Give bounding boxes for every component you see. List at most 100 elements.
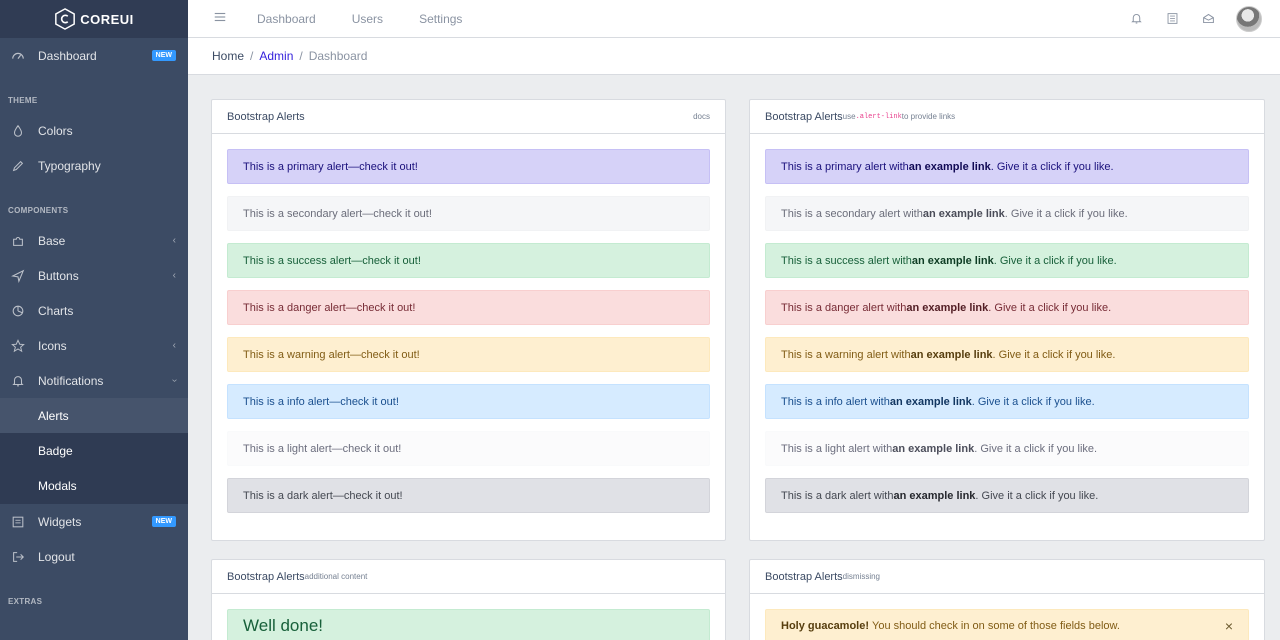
card-body: Well done! — [212, 594, 725, 640]
brand-logo[interactable]: COREUI — [0, 0, 188, 38]
alert-link[interactable]: an example link — [906, 302, 988, 314]
sidebar-item-notifications[interactable]: Notifications › — [0, 363, 188, 398]
alert-text: This is a info alert with — [781, 395, 890, 408]
alert-suffix: . Give it a click if you like. — [992, 348, 1116, 361]
alert-text: This is a danger alert with — [781, 301, 907, 314]
sidebar-item-colors[interactable]: Colors — [0, 113, 188, 148]
drop-icon — [10, 123, 26, 139]
sidebar-item-badge[interactable]: Badge — [0, 433, 188, 468]
docs-link[interactable]: docs — [693, 112, 710, 121]
sidebar: COREUI Dashboard NEW THEME Colors Typogr… — [0, 0, 188, 640]
sidebar-item-label: Widgets — [38, 514, 82, 529]
sidebar-item-label: Modals — [38, 479, 77, 493]
chevron-left-icon: ‹ — [172, 235, 176, 246]
sidebar-item-label: Icons — [38, 338, 67, 353]
cursor-icon — [10, 268, 26, 284]
alert-suffix: . Give it a click if you like. — [988, 301, 1112, 314]
alert-suffix: . Give it a click if you like. — [990, 160, 1114, 173]
chevron-left-icon: ‹ — [172, 270, 176, 281]
brand-name: COREUI — [80, 11, 134, 27]
bell-icon[interactable] — [1128, 11, 1144, 27]
card-header: Bootstrap Alerts additional content — [212, 560, 725, 594]
alert-link[interactable]: an example link — [909, 161, 991, 173]
breadcrumb-separator: / — [299, 49, 303, 63]
sidebar-item-base[interactable]: Base ‹ — [0, 223, 188, 258]
alert-info: This is a info alert with an example link… — [765, 384, 1249, 419]
card-title: Bootstrap Alerts — [227, 570, 305, 583]
sidebar-item-label: Buttons — [38, 268, 79, 283]
sidebar-item-buttons[interactable]: Buttons ‹ — [0, 258, 188, 293]
alert-success: This is a success alert with an example l… — [765, 243, 1249, 278]
alert-light: This is a light alert—check it out! — [227, 431, 710, 466]
alert-link-code: .alert-link — [855, 112, 902, 121]
sidebar-item-label: Alerts — [38, 408, 69, 423]
alert-danger: This is a danger alert with an example li… — [765, 290, 1249, 325]
header-link-settings[interactable]: Settings — [401, 12, 480, 26]
section-title-components: COMPONENTS — [8, 206, 69, 215]
alert-warning-dismissible: Holy guacamole! You should check in on s… — [765, 609, 1249, 640]
sidebar-item-icons[interactable]: Icons ‹ — [0, 328, 188, 363]
header-link-users[interactable]: Users — [334, 12, 401, 26]
sidebar-item-label: Typography — [38, 158, 101, 173]
header-link-dashboard[interactable]: Dashboard — [243, 12, 334, 26]
sidebar-item-label: Notifications — [38, 373, 104, 388]
card-header: Bootstrap Alerts dismissing — [750, 560, 1264, 594]
alert-primary: This is a primary alert with an example l… — [765, 149, 1249, 184]
alert-dark: This is a dark alert with an example link… — [765, 478, 1249, 513]
card-bootstrap-alerts-additional: Bootstrap Alerts additional content Well… — [211, 559, 726, 640]
alert-link[interactable]: an example link — [923, 208, 1005, 220]
envelope-open-icon[interactable] — [1200, 11, 1216, 27]
puzzle-icon — [10, 233, 26, 249]
alert-link[interactable]: an example link — [893, 490, 975, 502]
breadcrumb-separator: / — [250, 49, 254, 63]
alert-text: This is a primary alert with — [781, 160, 909, 173]
alert-secondary: This is a secondary alert—check it out! — [227, 196, 710, 231]
account-logout-icon — [10, 549, 26, 565]
avatar[interactable] — [1236, 5, 1262, 32]
alert-text: This is a success alert with — [781, 254, 912, 267]
card-subtitle: additional content — [304, 572, 368, 581]
close-icon[interactable]: × — [1225, 618, 1233, 634]
alert-light: This is a light alert with an example lin… — [765, 431, 1249, 466]
notifications-submenu: Alerts Badge Modals — [0, 398, 188, 504]
alert-text: This is a dark alert with — [781, 489, 894, 502]
sidebar-item-dashboard[interactable]: Dashboard NEW — [0, 38, 188, 73]
top-header: Dashboard Users Settings — [188, 0, 1280, 38]
list-icon[interactable] — [1164, 11, 1180, 27]
card-bootstrap-alerts-links: Bootstrap Alerts use .alert-link to prov… — [749, 99, 1265, 541]
sidebar-item-logout[interactable]: Logout — [0, 539, 188, 574]
card-subtitle: dismissing — [842, 572, 880, 581]
chevron-down-icon: › — [168, 378, 180, 383]
alert-link[interactable]: an example link — [890, 396, 972, 408]
speedometer-icon — [10, 48, 26, 64]
calculator-icon — [10, 514, 26, 530]
sidebar-item-typography[interactable]: Typography — [0, 148, 188, 183]
sidebar-item-label: Badge — [38, 443, 73, 458]
alert-primary: This is a primary alert—check it out! — [227, 149, 710, 184]
sidebar-item-charts[interactable]: Charts — [0, 293, 188, 328]
alert-link[interactable]: an example link — [911, 349, 993, 361]
section-title-extras: EXTRAS — [8, 597, 43, 606]
card-title: Bootstrap Alerts — [227, 110, 305, 123]
alert-link[interactable]: an example link — [912, 255, 994, 267]
sidebar-item-modals[interactable]: Modals — [0, 468, 188, 504]
breadcrumb-home[interactable]: Home — [212, 49, 244, 63]
alert-info: This is a info alert—check it out! — [227, 384, 710, 419]
alert-suffix: . Give it a click if you like. — [974, 442, 1098, 455]
alert-link[interactable]: an example link — [892, 443, 974, 455]
card-header: Bootstrap Alerts use .alert-link to prov… — [750, 100, 1264, 134]
sidebar-item-label: Colors — [38, 123, 73, 138]
chevron-left-icon: ‹ — [172, 340, 176, 351]
sidebar-item-widgets[interactable]: Widgets NEW — [0, 504, 188, 539]
hamburger-menu-icon[interactable] — [213, 10, 229, 27]
sidebar-item-alerts[interactable]: Alerts — [0, 398, 188, 433]
alert-suffix: . Give it a click if you like. — [1004, 207, 1128, 220]
header-nav: Dashboard Users Settings — [243, 12, 480, 26]
alert-text: This is a warning alert with — [781, 348, 911, 361]
card-body: This is a primary alert with an example l… — [750, 134, 1264, 540]
breadcrumb-admin[interactable]: Admin — [259, 49, 293, 63]
card-title: Bootstrap Alerts — [765, 570, 843, 583]
card-subtitle-pre: use — [842, 112, 856, 121]
breadcrumb-dashboard: Dashboard — [308, 49, 368, 63]
alert-success: This is a success alert—check it out! — [227, 243, 710, 278]
